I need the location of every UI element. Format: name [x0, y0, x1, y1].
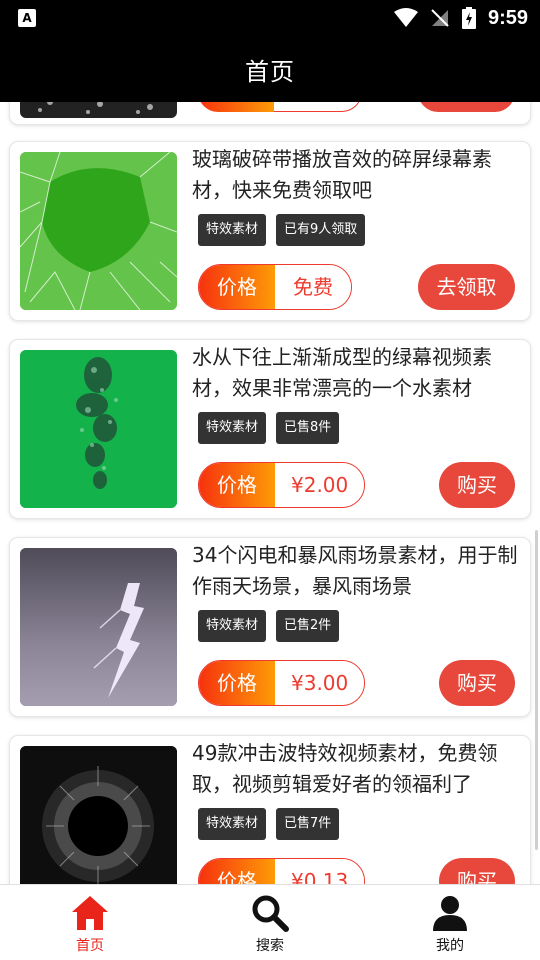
page-title: 首页: [245, 57, 295, 86]
price-value: ¥3.00: [275, 661, 365, 705]
nav-label: 搜索: [256, 938, 284, 954]
product-feed[interactable]: 玻璃破碎带播放音效的碎屏绿幕素材，快来免费领取吧 特效素材 已有9人领取 价格 …: [0, 102, 540, 884]
product-card[interactable]: 49款冲击波特效视频素材，免费领取，视频剪辑爱好者的领福利了 特效素材 已售7件…: [10, 736, 530, 884]
product-thumbnail: [20, 152, 177, 310]
nav-item-profile[interactable]: 我的: [360, 885, 540, 960]
search-icon: [252, 895, 289, 932]
battery-icon: [461, 7, 476, 29]
buy-button[interactable]: 购买: [439, 858, 515, 884]
product-thumbnail: [20, 746, 177, 884]
product-title[interactable]: 34个闪电和暴风雨场景素材，用于制作雨天场景，暴风雨场景: [192, 540, 520, 602]
price-value: ¥2.00: [275, 463, 365, 507]
category-tag: 特效素材: [198, 610, 267, 642]
price-box: 价格 ¥2.00: [198, 462, 366, 508]
tag-list: 特效素材 已售2件: [198, 610, 340, 642]
category-tag: 特效素材: [198, 214, 267, 246]
wifi-icon: [393, 8, 418, 27]
product-title[interactable]: 49款冲击波特效视频素材，免费领取，视频剪辑爱好者的领福利了: [192, 738, 520, 800]
status-icons: 9:59: [393, 0, 528, 36]
price-value: ¥0.13: [275, 859, 365, 884]
product-card-partial[interactable]: [10, 102, 530, 124]
nav-item-home[interactable]: 首页: [0, 885, 180, 960]
notification-icon: A: [18, 9, 36, 27]
sales-count-tag: 已售8件: [276, 412, 340, 444]
price-box: 价格 ¥0.13: [198, 858, 366, 884]
sales-count-tag: 已有9人领取: [276, 214, 366, 246]
category-tag: 特效素材: [198, 808, 267, 840]
product-title[interactable]: 水从下往上渐渐成型的绿幕视频素材，效果非常漂亮的一个水素材: [192, 342, 520, 404]
scrollbar[interactable]: [535, 530, 538, 850]
app-bar: 首页: [0, 36, 540, 102]
nav-item-search[interactable]: 搜索: [180, 885, 360, 960]
price-label: 价格: [199, 661, 275, 705]
buy-button[interactable]: 购买: [439, 660, 515, 706]
user-icon: [433, 896, 467, 931]
no-signal-icon: [431, 9, 449, 27]
bottom-nav: 首页 搜索 我的: [0, 884, 540, 960]
sales-count-tag: 已售2件: [276, 610, 340, 642]
tag-list: 特效素材 已有9人领取: [198, 214, 366, 246]
price-label: 价格: [199, 463, 275, 507]
sales-count-tag: 已售7件: [276, 808, 340, 840]
product-title[interactable]: 玻璃破碎带播放音效的碎屏绿幕素材，快来免费领取吧: [192, 144, 520, 206]
price-value: 免费: [275, 265, 351, 309]
nav-label: 我的: [436, 938, 464, 954]
price-box: 价格 免费: [198, 264, 352, 310]
product-thumbnail: [20, 102, 177, 118]
price-value-partial: [274, 102, 362, 112]
tag-list: 特效素材 已售7件: [198, 808, 340, 840]
product-card[interactable]: 水从下往上渐渐成型的绿幕视频素材，效果非常漂亮的一个水素材 特效素材 已售8件 …: [10, 340, 530, 518]
product-card[interactable]: 玻璃破碎带播放音效的碎屏绿幕素材，快来免费领取吧 特效素材 已有9人领取 价格 …: [10, 142, 530, 320]
product-thumbnail: [20, 548, 177, 706]
home-icon: [72, 896, 108, 930]
status-bar: A 9:59: [0, 0, 540, 36]
buy-button[interactable]: 购买: [439, 462, 515, 508]
price-box: 价格 ¥3.00: [198, 660, 366, 706]
product-card[interactable]: 34个闪电和暴风雨场景素材，用于制作雨天场景，暴风雨场景 特效素材 已售2件 价…: [10, 538, 530, 716]
product-thumbnail: [20, 350, 177, 508]
category-tag: 特效素材: [198, 412, 267, 444]
clock: 9:59: [487, 6, 528, 29]
price-label: 价格: [199, 265, 275, 309]
action-button-partial[interactable]: [418, 102, 515, 112]
nav-label: 首页: [76, 938, 104, 954]
claim-button[interactable]: 去领取: [418, 264, 515, 310]
price-label-partial: [198, 102, 274, 112]
tag-list: 特效素材 已售8件: [198, 412, 340, 444]
price-label: 价格: [199, 859, 275, 884]
